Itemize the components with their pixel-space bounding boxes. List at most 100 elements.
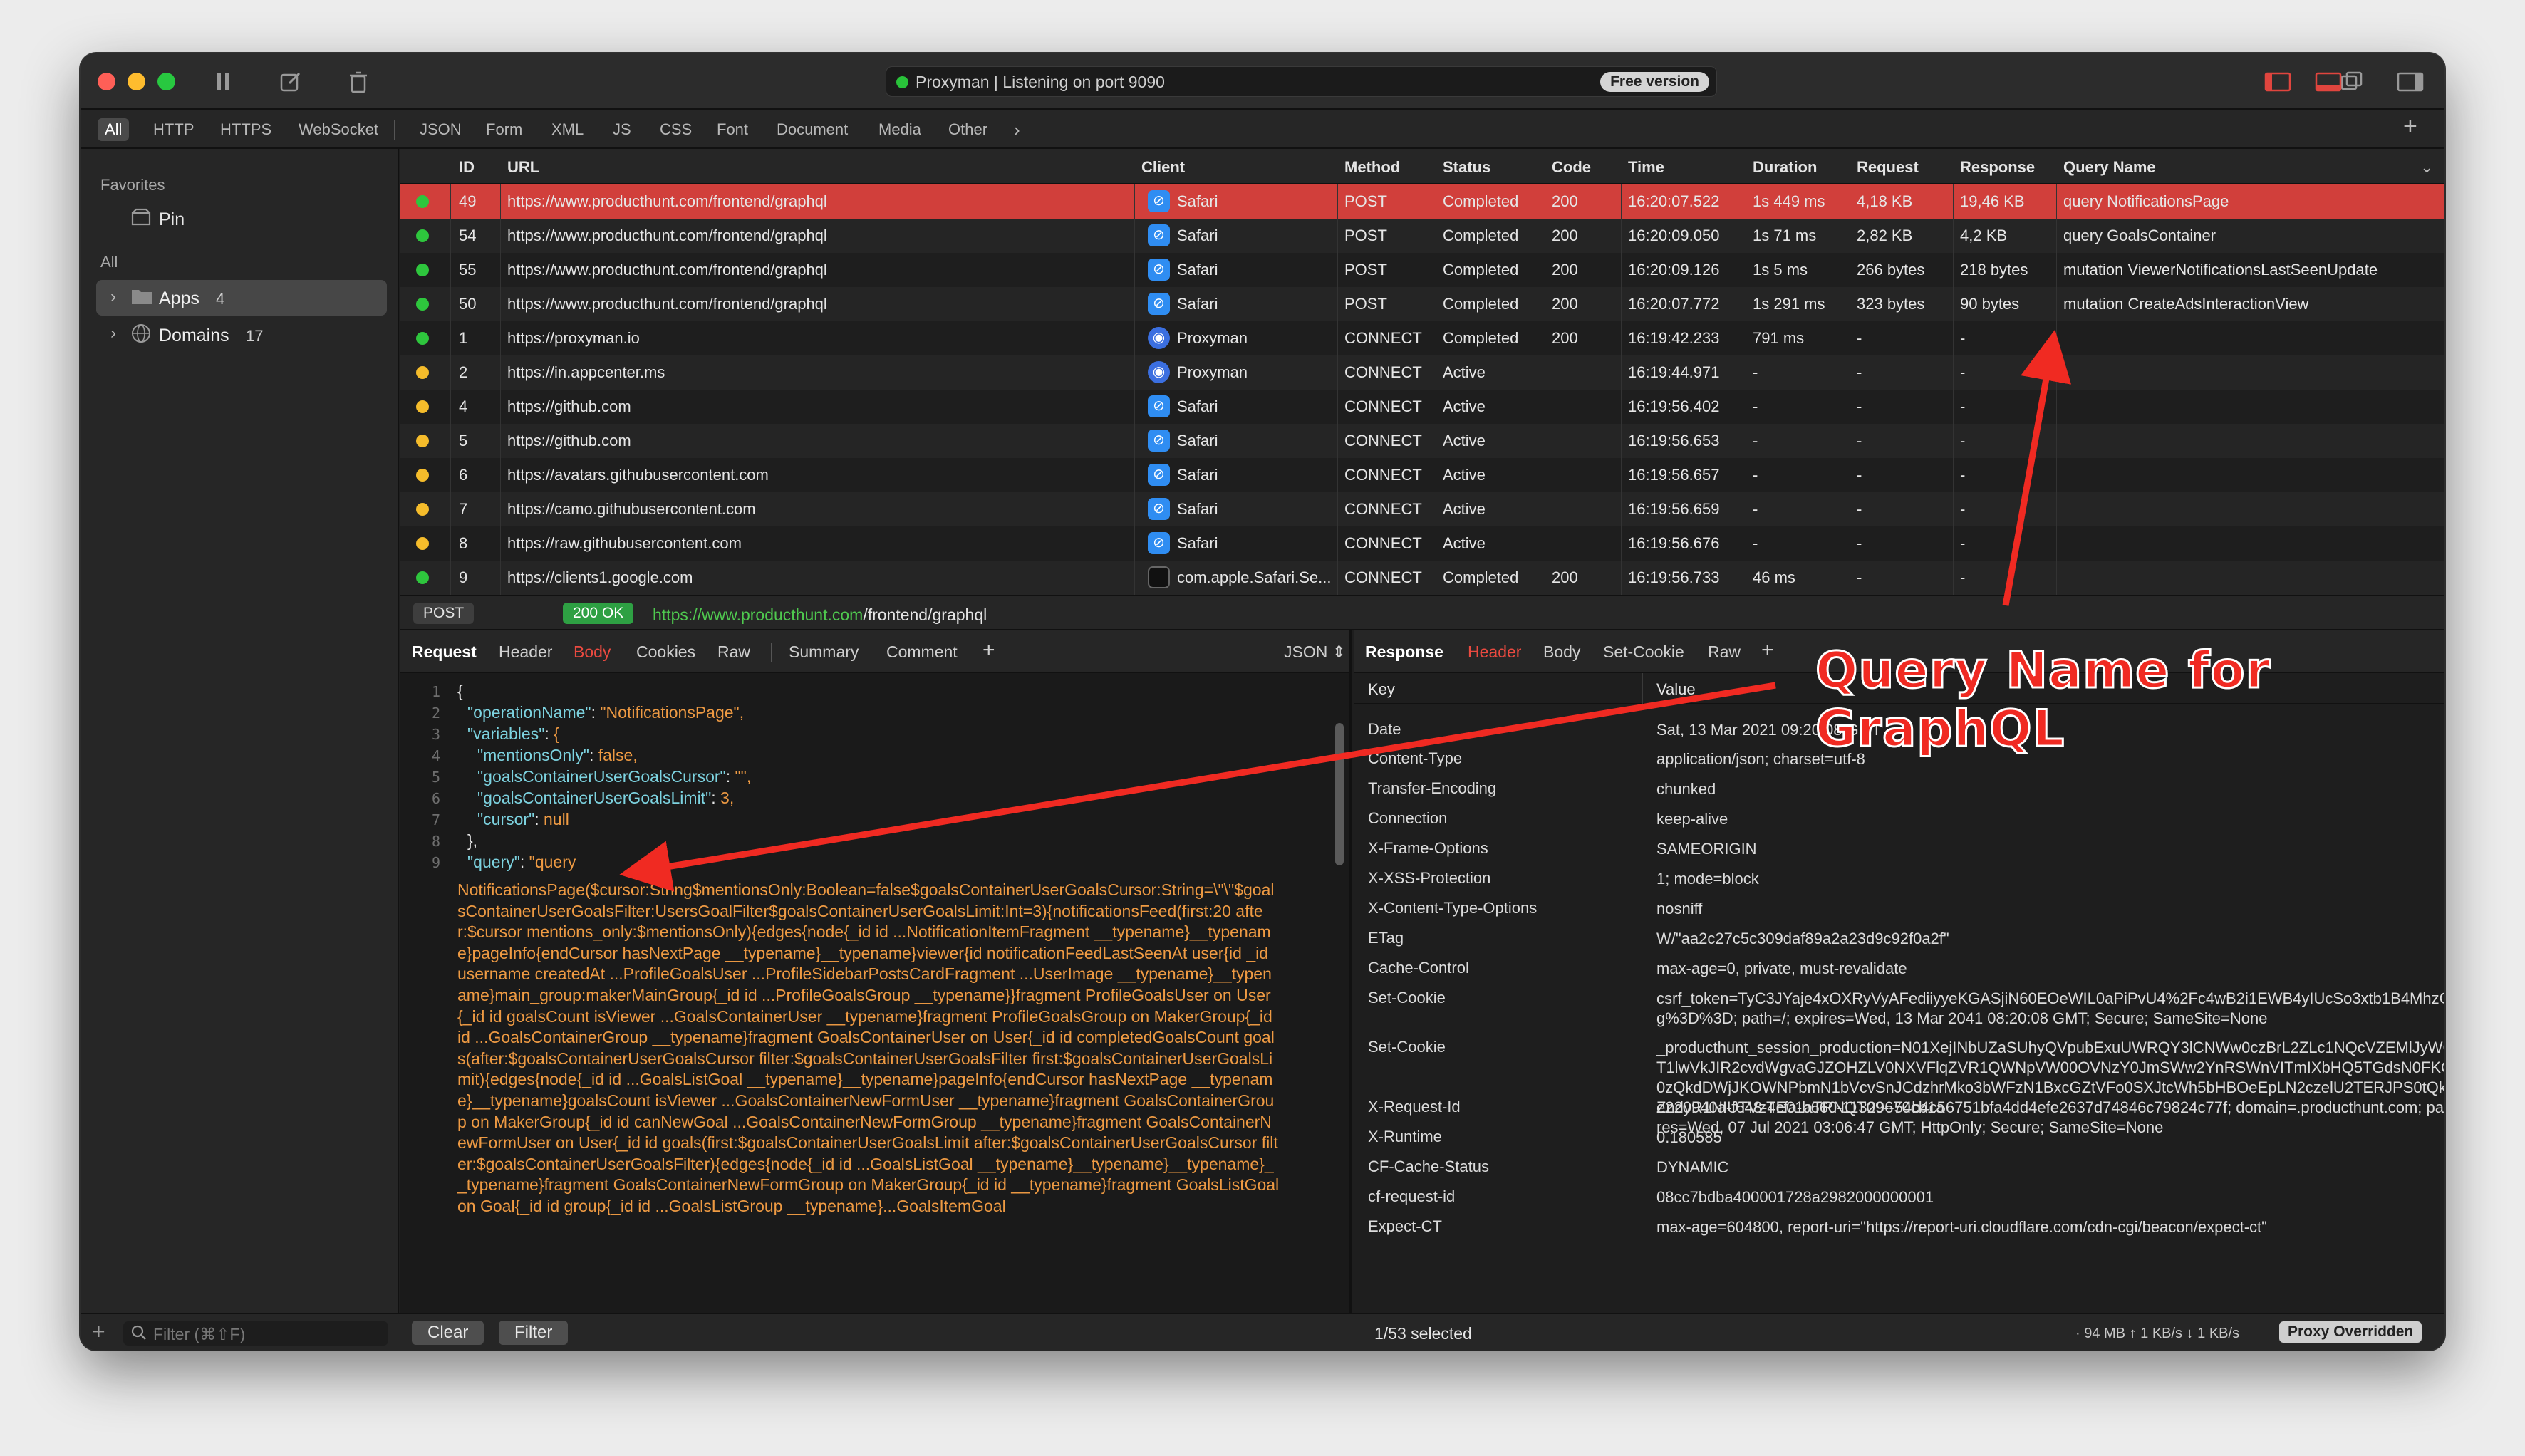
left-panel-icon[interactable] (2264, 68, 2292, 96)
filter-tab-media[interactable]: Media (871, 118, 928, 141)
request-size-cell: 266 bytes (1857, 261, 1925, 279)
table-row[interactable]: ⊘ 49 https://www.producthunt.com/frontend/… (400, 184, 2444, 219)
column-request[interactable]: Request (1857, 158, 1919, 177)
right-panel-icon[interactable] (2396, 68, 2425, 96)
trash-icon[interactable] (344, 68, 373, 96)
annotation-label: Query Name for GraphQL (1815, 640, 2271, 759)
column-method[interactable]: Method (1344, 158, 1400, 177)
column-divider (1337, 561, 1338, 595)
add-tab-icon[interactable]: + (982, 638, 995, 662)
format-selector[interactable]: JSON ⇕ (1284, 643, 1346, 662)
filter-tab-css[interactable]: CSS (653, 118, 699, 141)
filter-tab-all[interactable]: All (98, 118, 130, 141)
flow-table-header: ID URL Client Method Status Code Time Du… (400, 149, 2444, 184)
column-time[interactable]: Time (1628, 158, 1664, 177)
filter-tab-other[interactable]: Other (941, 118, 995, 141)
column-divider (2056, 321, 2057, 355)
zoom-window-button[interactable] (157, 73, 175, 90)
table-row[interactable]: ⊘ 4 https://github.com Safari CONNECT Active 1… (400, 390, 2444, 424)
column-status[interactable]: Status (1443, 158, 1490, 177)
tab-summary[interactable]: Summary (789, 643, 859, 662)
duration-cell: 1s 449 ms (1753, 192, 1825, 210)
duration-cell: - (1753, 363, 1758, 381)
tab-request-header[interactable]: Header (499, 643, 552, 662)
tab-response-set-cookie[interactable]: Set-Cookie (1603, 643, 1684, 662)
header-value: keep-alive (1656, 810, 1728, 828)
table-row[interactable]: 9 https://clients1.google.com com.apple.Sa… (400, 561, 2444, 595)
filter-button[interactable]: Filter (499, 1321, 569, 1345)
add-icon[interactable]: + (92, 1319, 105, 1345)
minimize-window-button[interactable] (128, 73, 145, 90)
column-url[interactable]: URL (507, 158, 539, 177)
close-window-button[interactable] (98, 73, 115, 90)
table-row[interactable]: ⊘ 50 https://www.producthunt.com/frontend/… (400, 287, 2444, 321)
tab-request-body[interactable]: Body (574, 643, 611, 662)
chevron-down-icon[interactable]: ⌄ (2420, 158, 2433, 177)
column-code[interactable]: Code (1552, 158, 1591, 177)
table-row[interactable]: ⊘ 6 https://avatars.githubusercontent.com S… (400, 458, 2444, 492)
request-url[interactable]: https://www.producthunt.com/frontend/gra… (653, 605, 987, 625)
filter-tab-form[interactable]: Form (479, 118, 529, 141)
compose-icon[interactable] (276, 68, 305, 96)
filter-tab-xml[interactable]: XML (544, 118, 591, 141)
filter-tab-websocket[interactable]: WebSocket (291, 118, 385, 141)
filter-tab-document[interactable]: Document (769, 118, 855, 141)
pause-icon[interactable] (209, 68, 237, 96)
filter-tab-font[interactable]: Font (710, 118, 755, 141)
tab-response-raw[interactable]: Raw (1708, 643, 1741, 662)
column-duration[interactable]: Duration (1753, 158, 1817, 177)
bottom-panel-icon[interactable] (2314, 68, 2343, 96)
code-line: { (457, 682, 463, 701)
filter-divider (394, 120, 395, 140)
chevron-right-icon[interactable]: › (110, 287, 116, 307)
table-row[interactable]: ⊘ 54 https://www.producthunt.com/frontend/… (400, 219, 2444, 253)
value-column[interactable]: Value (1656, 680, 1696, 699)
editor-scrollbar[interactable] (1335, 723, 1344, 865)
header-key: Date (1368, 720, 1401, 738)
header-value: DYNAMIC (1656, 1158, 1729, 1176)
header-value: 0.180585 (1656, 1128, 1722, 1146)
column-id[interactable]: ID (459, 158, 475, 177)
compass-icon: ⊘ (1148, 259, 1170, 281)
header-key: Set-Cookie (1368, 1038, 1446, 1056)
duration-cell: 46 ms (1753, 568, 1795, 586)
free-version-badge[interactable]: Free version (1600, 72, 1709, 92)
filter-tab-http[interactable]: HTTP (146, 118, 201, 141)
chevron-right-icon[interactable]: › (110, 323, 116, 343)
filter-input[interactable]: Filter (⌘⇧F) (123, 1321, 388, 1346)
table-row[interactable]: ◉ 1 https://proxyman.io Proxyman CONNECT Comp… (400, 321, 2444, 355)
column-client[interactable]: Client (1141, 158, 1185, 177)
json-value: "", (735, 767, 752, 786)
title-bar: Proxyman | Listening on port 9090 Free v… (81, 53, 2444, 110)
column-response[interactable]: Response (1960, 158, 2035, 177)
tab-response-body[interactable]: Body (1543, 643, 1580, 662)
column-divider (1337, 184, 1338, 219)
proxy-overridden-badge[interactable]: Proxy Overridden (2279, 1321, 2422, 1343)
table-row[interactable]: ⊘ 55 https://www.producthunt.com/frontend/… (400, 253, 2444, 287)
request-body-editor[interactable]: NotificationsPage($cursor:String$mention… (400, 673, 1349, 1313)
clear-button[interactable]: Clear (412, 1321, 484, 1345)
tab-request-cookies[interactable]: Cookies (636, 643, 695, 662)
column-query-name[interactable]: Query Name (2063, 158, 2156, 177)
tab-comment[interactable]: Comment (886, 643, 958, 662)
tab-response-header[interactable]: Header (1468, 643, 1521, 662)
sidebar-item-pin[interactable]: Pin (159, 209, 185, 230)
filter-tab-json[interactable]: JSON (413, 118, 469, 141)
key-column[interactable]: Key (1368, 680, 1395, 699)
favorites-heading: Favorites (100, 176, 165, 194)
chevron-right-icon[interactable]: › (1007, 118, 1027, 141)
table-row[interactable]: ⊘ 8 https://raw.githubusercontent.com Safar… (400, 526, 2444, 561)
add-tab-icon[interactable]: + (1761, 638, 1774, 662)
code-line: "goalsContainerUserGoalsLimit": 3, (477, 789, 735, 807)
filter-tab-https[interactable]: HTTPS (213, 118, 279, 141)
add-filter-icon[interactable]: + (2396, 114, 2425, 138)
tab-request-raw[interactable]: Raw (717, 643, 750, 662)
table-row[interactable]: ⊘ 5 https://github.com Safari CONNECT Active 1… (400, 424, 2444, 458)
filter-tab-js[interactable]: JS (606, 118, 638, 141)
json-value: { (457, 682, 463, 700)
all-heading: All (100, 253, 118, 271)
status-cell: Active (1443, 397, 1486, 415)
sidebar-item-domains[interactable]: Domains (159, 326, 229, 346)
table-row[interactable]: ⊘ 7 https://camo.githubusercontent.com Safa… (400, 492, 2444, 526)
table-row[interactable]: ◉ 2 https://in.appcenter.ms Proxyman CONNECT… (400, 355, 2444, 390)
